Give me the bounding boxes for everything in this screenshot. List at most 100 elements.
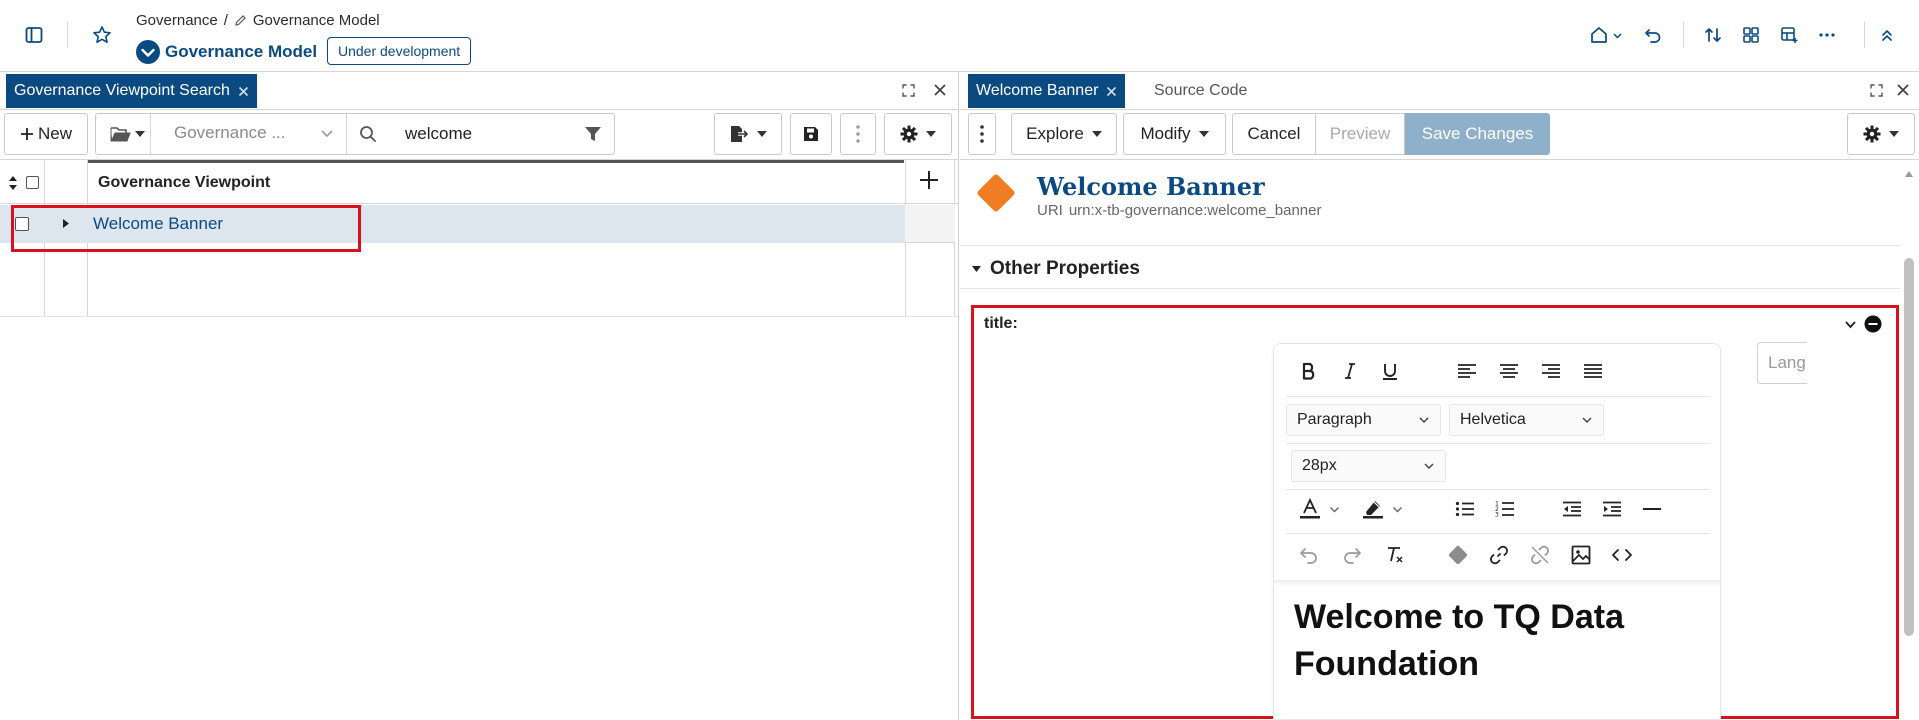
check-circle-icon [135,39,161,65]
scroll-thumb[interactable] [1904,258,1914,636]
font-color-icon [1299,498,1321,520]
save-query-button[interactable] [790,113,832,155]
left-settings-button[interactable] [884,113,952,155]
right-kebab-button[interactable] [968,113,996,155]
chevron-down-icon [1423,460,1435,472]
table-bottom-border [0,316,958,317]
left-kebab-button[interactable] [840,113,876,155]
explore-button[interactable]: Explore [1011,113,1117,155]
save-changes-button[interactable]: Save Changes [1405,113,1550,155]
scrollbar[interactable] [1900,166,1917,720]
export-button[interactable] [714,113,782,155]
bullet-list-icon[interactable] [1450,494,1480,524]
font-size-value: 28px [1302,457,1337,474]
section-divider [960,288,1900,289]
clear-format-icon[interactable] [1380,540,1410,570]
scope-select[interactable]: Governance ... [174,123,334,143]
undo-icon[interactable] [1294,540,1324,570]
resource-title: Welcome Banner [1037,172,1265,201]
preview-button[interactable]: Preview [1315,113,1405,155]
horizontal-rule-icon[interactable] [1637,494,1667,524]
scroll-up-arrow[interactable] [1904,170,1914,178]
anchor-icon[interactable] [1443,540,1473,570]
star-icon[interactable] [87,20,117,50]
toolbar-divider [1286,396,1710,397]
chevron-down-icon [1329,504,1340,515]
breadcrumb: Governance / Governance Model [136,12,380,29]
undo-icon[interactable] [1638,20,1668,50]
plus-icon[interactable] [917,168,941,192]
sort-icon[interactable] [1698,20,1728,50]
redo-icon[interactable] [1337,540,1367,570]
tab-governance-viewpoint-search[interactable]: Governance Viewpoint Search [6,74,257,108]
minus-circle-icon[interactable] [1864,315,1882,333]
panel-splitter[interactable] [958,72,959,720]
more-icon[interactable] [1812,20,1842,50]
numbered-list-icon[interactable]: 123 [1490,494,1520,524]
diamond-icon [971,168,1021,218]
italic-icon[interactable] [1335,356,1365,386]
section-divider [960,245,1900,246]
highlight-box [11,205,361,252]
search-bar: Governance ... welcome [95,113,615,155]
underline-icon[interactable] [1375,356,1405,386]
tab-label: Welcome Banner [976,82,1099,99]
property-label-title: title: [984,315,1018,332]
column-header-accent [88,160,904,163]
close-icon[interactable] [1896,83,1910,97]
close-icon[interactable] [933,83,947,97]
modify-button[interactable]: Modify [1123,113,1226,155]
page-title: Governance Model [165,42,318,61]
section-other-properties[interactable]: Other Properties [971,258,1140,280]
close-icon[interactable] [238,86,249,97]
image-icon[interactable] [1566,540,1596,570]
sort-both-icon[interactable] [8,175,18,191]
font-size-select[interactable]: 28px [1291,450,1446,482]
home-menu[interactable] [1584,20,1626,50]
right-settings-button[interactable] [1847,113,1915,155]
tab-welcome-banner[interactable]: Welcome Banner [968,74,1126,108]
close-icon[interactable] [1106,86,1117,97]
maximize-icon[interactable] [1870,84,1883,97]
filter-icon[interactable] [584,126,602,143]
align-right-icon[interactable] [1536,356,1566,386]
link-icon[interactable] [1484,540,1514,570]
bold-icon[interactable] [1294,356,1324,386]
font-family-select[interactable]: Helvetica [1449,404,1604,436]
chevron-down-icon [1392,504,1403,515]
folder-open-icon[interactable] [110,125,145,143]
chevron-down-icon [1612,31,1622,40]
unlink-icon[interactable] [1525,540,1555,570]
rich-text-editor: Paragraph Helvetica 28px 1 2 3 Welcome t… [1273,343,1721,720]
font-color-button[interactable] [1291,494,1347,524]
sidebar-toggle-icon[interactable] [19,20,49,50]
column-header-governance-viewpoint[interactable]: Governance Viewpoint [98,174,270,192]
code-icon[interactable] [1607,540,1637,570]
chevron-down-icon [1581,414,1593,426]
block-format-select[interactable]: Paragraph [1286,404,1441,436]
collapse-up-icon[interactable] [1872,20,1902,50]
align-left-icon[interactable] [1452,356,1482,386]
language-field[interactable]: Lang [1757,342,1807,384]
new-button[interactable]: New [4,113,88,155]
highlight-button[interactable] [1354,494,1410,524]
language-placeholder: Lang [1768,353,1806,372]
scope-select-value: Governance ... [174,123,286,142]
toolbar-divider [1286,489,1710,490]
select-all-checkbox[interactable] [26,176,39,189]
status-badge[interactable]: Under development [327,37,472,65]
outdent-icon[interactable] [1557,494,1587,524]
indent-icon[interactable] [1597,494,1627,524]
maximize-icon[interactable] [902,84,915,97]
breadcrumb-root[interactable]: Governance [136,12,218,29]
align-justify-icon[interactable] [1578,356,1608,386]
align-center-icon[interactable] [1494,356,1524,386]
tab-source-code[interactable]: Source Code [1142,74,1259,108]
editor-content[interactable]: Welcome to TQ Data Foundation [1294,594,1694,688]
highlight-icon [1362,498,1384,520]
search-input[interactable]: welcome [405,124,565,144]
grid-icon[interactable] [1736,20,1766,50]
cancel-button[interactable]: Cancel [1232,113,1316,155]
chevron-down-icon[interactable] [1844,318,1857,331]
add-widget-icon[interactable] [1774,20,1804,50]
